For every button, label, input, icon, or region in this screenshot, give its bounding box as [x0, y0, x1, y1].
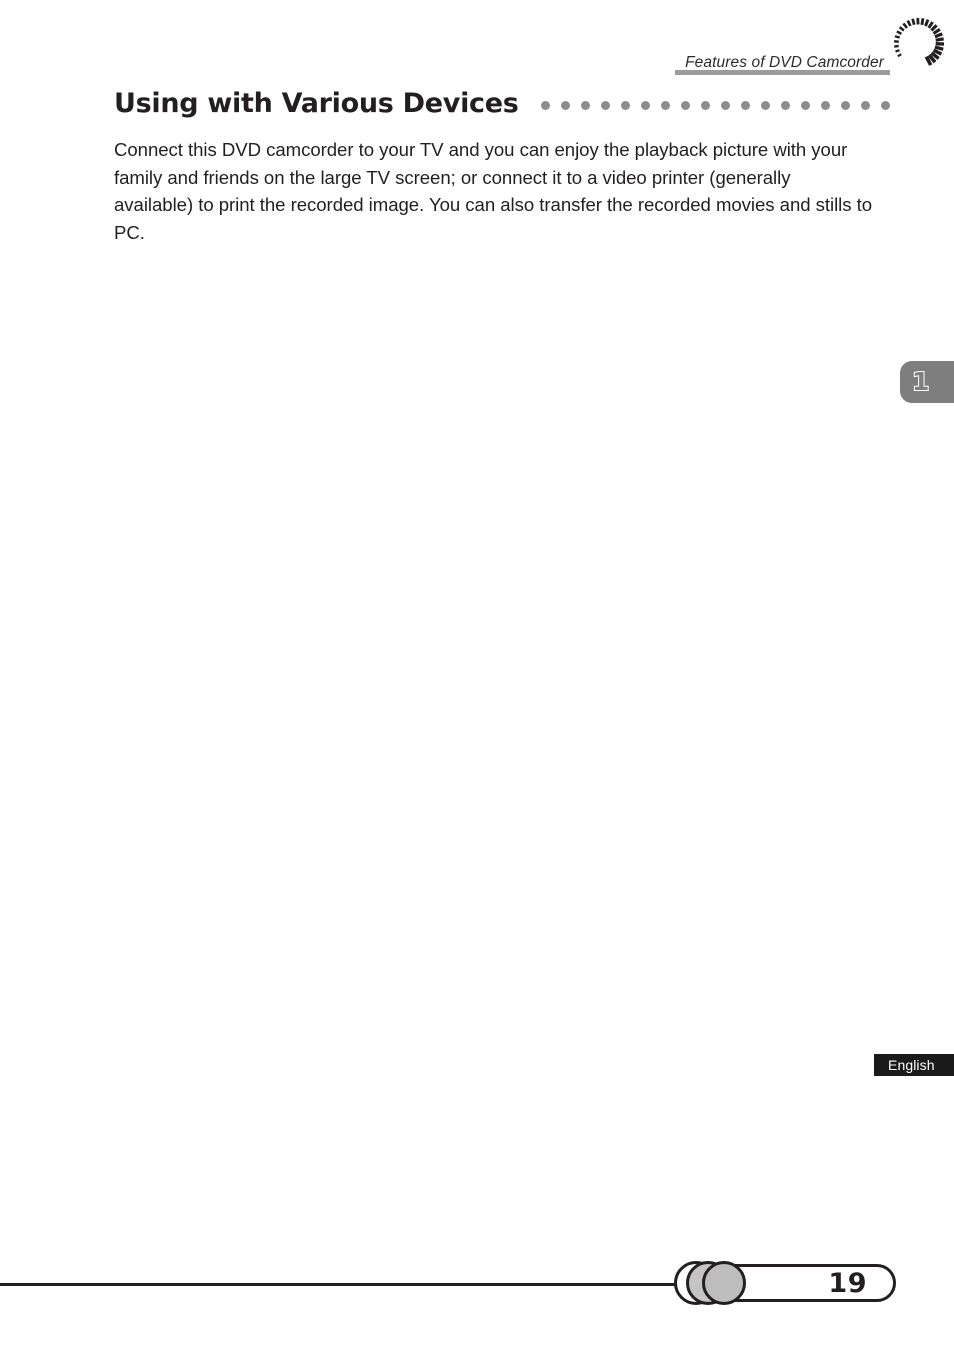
title-dot [640, 100, 650, 110]
swirl-tick [935, 37, 944, 42]
title-dot [860, 100, 870, 110]
title-dot [800, 100, 810, 110]
title-dot [720, 100, 730, 110]
title-dot [560, 100, 570, 110]
footer-rule [0, 1283, 704, 1286]
title-dot [540, 100, 550, 110]
page-footer: 19 [0, 1258, 954, 1320]
swirl-tick [920, 18, 925, 26]
swirl-tick [932, 27, 941, 35]
body-paragraph: Connect this DVD camcorder to your TV an… [114, 139, 873, 243]
swirl-tick [895, 49, 900, 53]
title-dot [620, 100, 630, 110]
title-dot [760, 100, 770, 110]
title-dot [740, 100, 750, 110]
swirl-tick [930, 24, 938, 32]
swirl-tick [924, 19, 930, 27]
footer-circle-gray [702, 1261, 746, 1305]
title-dot [680, 100, 690, 110]
comet-swirl-icon [886, 14, 948, 78]
section-heading-row: Using with Various Devices [114, 86, 890, 120]
manual-page: Features of DVD Camcorder Using with Var… [0, 0, 954, 1352]
swirl-tick [894, 35, 901, 39]
swirl-tick [911, 18, 916, 26]
page-title: Using with Various Devices [114, 87, 519, 119]
title-dot [840, 100, 850, 110]
running-header-rule [675, 70, 890, 75]
language-label: English [888, 1057, 935, 1073]
title-dot [700, 100, 710, 110]
chapter-tab-number: 1 [911, 366, 930, 396]
language-banner: English [874, 1054, 954, 1076]
chapter-tab-1: 1 [900, 361, 954, 403]
swirl-tick [927, 21, 934, 29]
running-header-underline-wrap: Features of DVD Camcorder [675, 54, 890, 75]
title-dot [780, 100, 790, 110]
title-dot [820, 100, 830, 110]
swirl-tick [934, 32, 943, 39]
title-dot [880, 100, 890, 110]
title-dot [600, 100, 610, 110]
running-header: Features of DVD Camcorder [675, 46, 890, 75]
page-number: 19 [828, 1267, 867, 1299]
title-dot-leader [540, 97, 890, 110]
swirl-tick [902, 22, 908, 29]
swirl-tick [898, 26, 905, 32]
body-text: Connect this DVD camcorder to your TV an… [114, 136, 874, 246]
title-dot [580, 100, 590, 110]
swirl-tick [896, 30, 903, 35]
swirl-tick [934, 45, 944, 51]
swirl-tick [897, 53, 902, 58]
swirl-tick [894, 44, 899, 48]
swirl-tick [906, 20, 912, 27]
title-dot [660, 100, 670, 110]
